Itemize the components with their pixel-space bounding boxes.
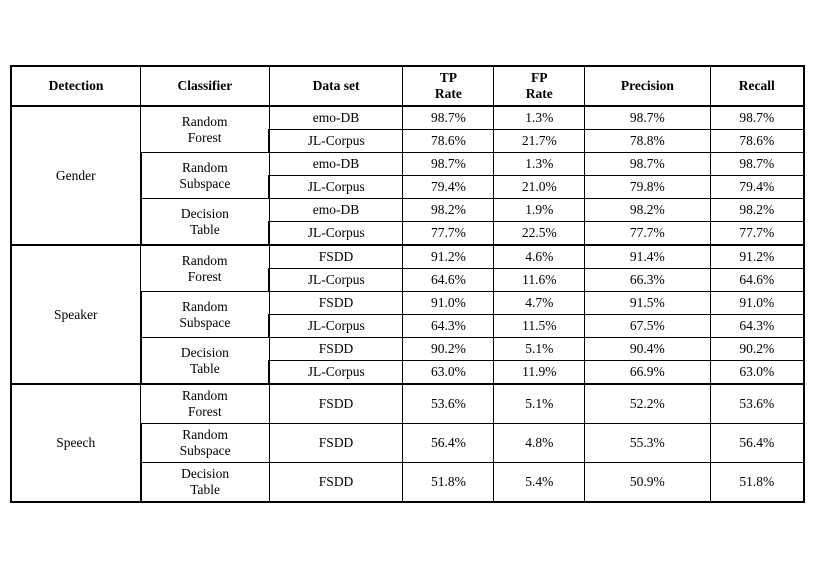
classifier-cell: RandomForest [141,106,270,153]
col-header-precision: Precision [585,66,710,106]
tp-cell: 98.2% [403,199,494,222]
detection-cell-gender: Gender [11,106,141,245]
precision-cell: 77.7% [585,222,710,246]
fp-cell: 1.3% [494,106,585,130]
recall-cell: 51.8% [710,463,804,503]
recall-cell: 77.7% [710,222,804,246]
recall-cell: 98.7% [710,106,804,130]
precision-cell: 90.4% [585,338,710,361]
classifier-cell: RandomForest [141,384,270,424]
col-header-tp-rate: TPRate [403,66,494,106]
recall-cell: 63.0% [710,361,804,385]
classifier-cell: RandomSubspace [141,292,270,338]
classifier-cell: RandomSubspace [141,153,270,199]
tp-cell: 79.4% [403,176,494,199]
dataset-cell: FSDD [269,384,403,424]
classifier-cell: DecisionTable [141,338,270,385]
tp-cell: 98.7% [403,106,494,130]
fp-cell: 21.0% [494,176,585,199]
results-table: Detection Classifier Data set TPRate FPR… [10,65,805,503]
tp-cell: 64.6% [403,269,494,292]
col-header-recall: Recall [710,66,804,106]
fp-cell: 11.6% [494,269,585,292]
recall-cell: 91.2% [710,245,804,269]
recall-cell: 56.4% [710,424,804,463]
recall-cell: 64.3% [710,315,804,338]
precision-cell: 50.9% [585,463,710,503]
recall-cell: 91.0% [710,292,804,315]
precision-cell: 66.9% [585,361,710,385]
tp-cell: 51.8% [403,463,494,503]
col-header-classifier: Classifier [141,66,270,106]
recall-cell: 98.2% [710,199,804,222]
classifier-cell: DecisionTable [141,463,270,503]
fp-cell: 22.5% [494,222,585,246]
fp-cell: 4.7% [494,292,585,315]
tp-cell: 63.0% [403,361,494,385]
dataset-cell: FSDD [269,338,403,361]
tp-cell: 91.2% [403,245,494,269]
classifier-cell: RandomSubspace [141,424,270,463]
fp-cell: 5.4% [494,463,585,503]
fp-cell: 1.9% [494,199,585,222]
col-header-fp-rate: FPRate [494,66,585,106]
recall-cell: 98.7% [710,153,804,176]
precision-cell: 67.5% [585,315,710,338]
fp-cell: 11.5% [494,315,585,338]
col-header-detection: Detection [11,66,141,106]
tp-cell: 90.2% [403,338,494,361]
dataset-cell: JL-Corpus [269,130,403,153]
dataset-cell: FSDD [269,245,403,269]
tp-cell: 64.3% [403,315,494,338]
precision-cell: 79.8% [585,176,710,199]
precision-cell: 91.5% [585,292,710,315]
fp-cell: 21.7% [494,130,585,153]
precision-cell: 78.8% [585,130,710,153]
precision-cell: 98.2% [585,199,710,222]
recall-cell: 78.6% [710,130,804,153]
recall-cell: 53.6% [710,384,804,424]
dataset-cell: JL-Corpus [269,361,403,385]
precision-cell: 91.4% [585,245,710,269]
table-wrapper: Detection Classifier Data set TPRate FPR… [10,65,805,503]
dataset-cell: JL-Corpus [269,315,403,338]
precision-cell: 98.7% [585,106,710,130]
dataset-cell: emo-DB [269,106,403,130]
fp-cell: 5.1% [494,384,585,424]
tp-cell: 78.6% [403,130,494,153]
dataset-cell: emo-DB [269,153,403,176]
fp-cell: 5.1% [494,338,585,361]
dataset-cell: JL-Corpus [269,269,403,292]
dataset-cell: FSDD [269,424,403,463]
detection-cell-speech: Speech [11,384,141,502]
precision-cell: 55.3% [585,424,710,463]
tp-cell: 53.6% [403,384,494,424]
classifier-cell: DecisionTable [141,199,270,246]
col-header-dataset: Data set [269,66,403,106]
recall-cell: 79.4% [710,176,804,199]
dataset-cell: emo-DB [269,199,403,222]
dataset-cell: JL-Corpus [269,222,403,246]
dataset-cell: FSDD [269,463,403,503]
fp-cell: 1.3% [494,153,585,176]
precision-cell: 98.7% [585,153,710,176]
tp-cell: 56.4% [403,424,494,463]
fp-cell: 4.6% [494,245,585,269]
fp-cell: 4.8% [494,424,585,463]
recall-cell: 64.6% [710,269,804,292]
tp-cell: 77.7% [403,222,494,246]
dataset-cell: JL-Corpus [269,176,403,199]
recall-cell: 90.2% [710,338,804,361]
precision-cell: 66.3% [585,269,710,292]
dataset-cell: FSDD [269,292,403,315]
fp-cell: 11.9% [494,361,585,385]
tp-cell: 98.7% [403,153,494,176]
classifier-cell: RandomForest [141,245,270,292]
precision-cell: 52.2% [585,384,710,424]
tp-cell: 91.0% [403,292,494,315]
detection-cell-speaker: Speaker [11,245,141,384]
